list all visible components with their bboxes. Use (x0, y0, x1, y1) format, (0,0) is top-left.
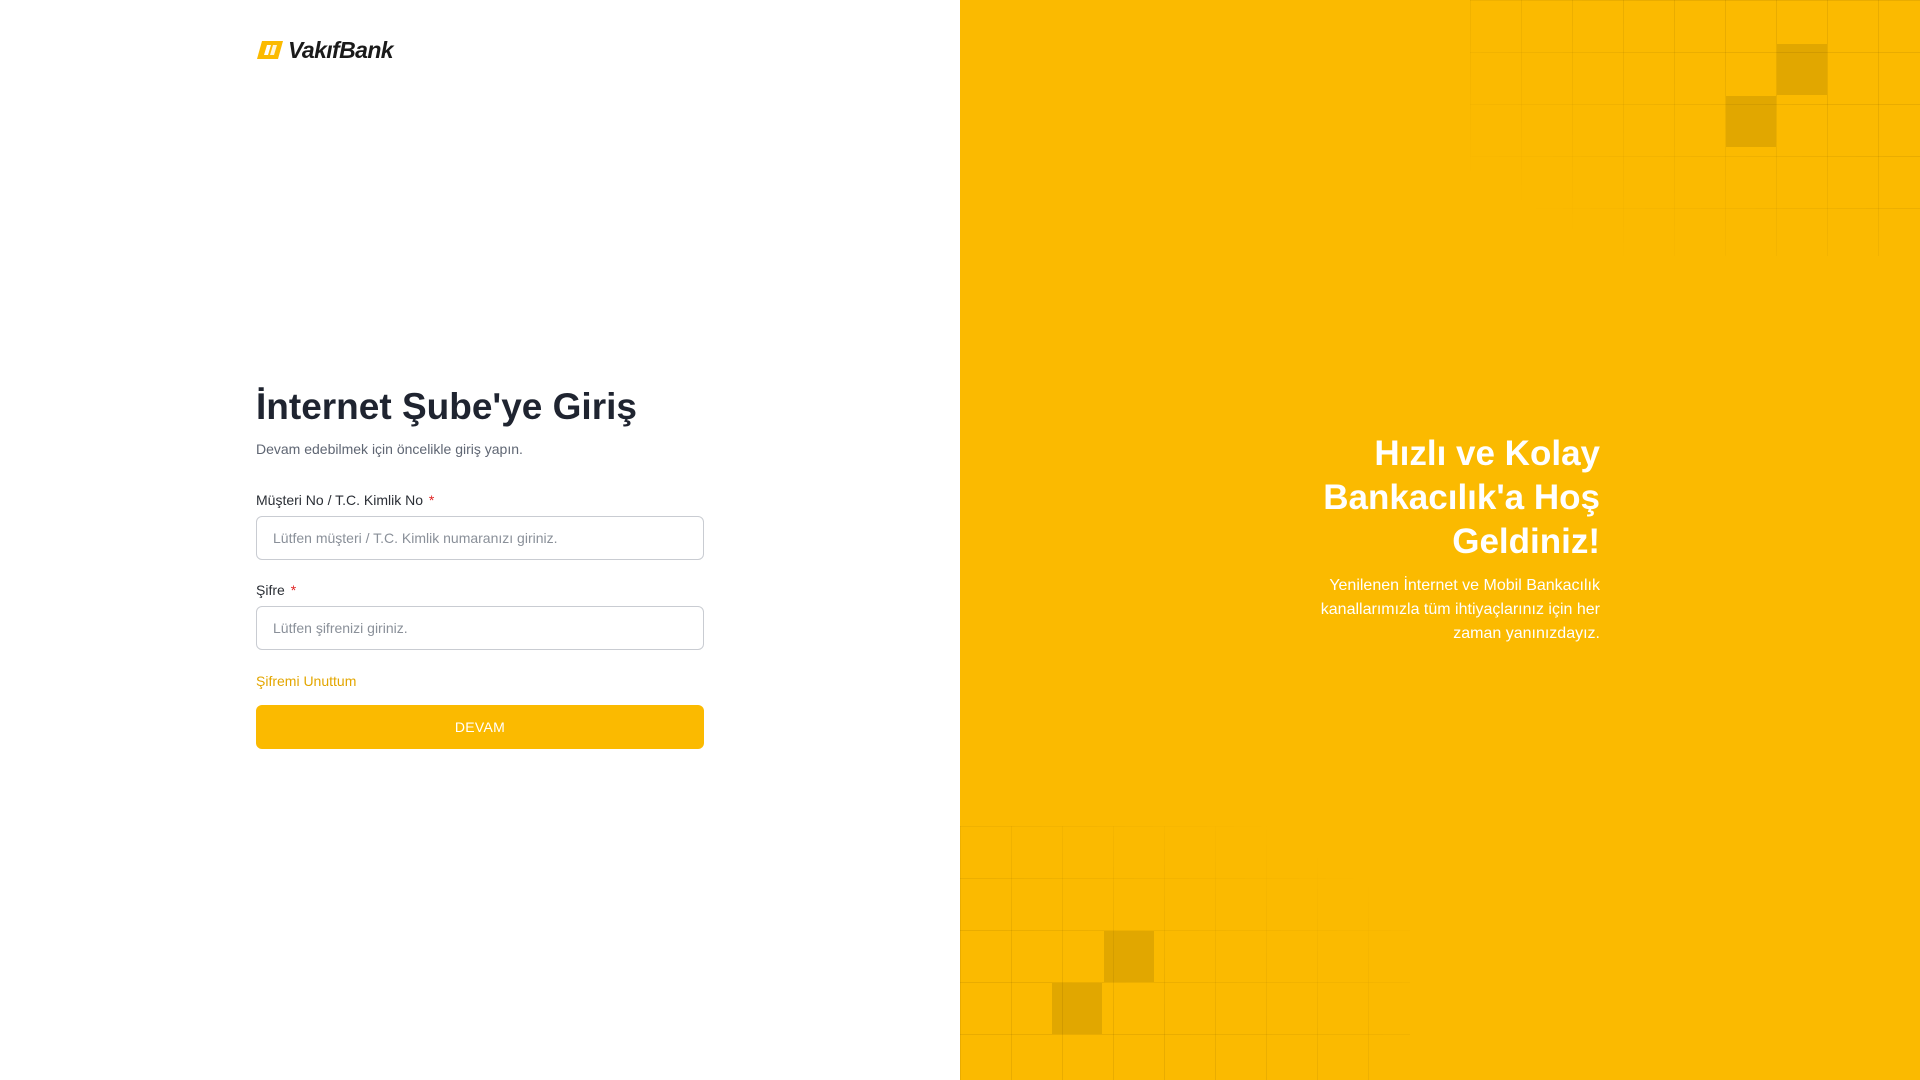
password-label-text: Şifre (256, 582, 285, 598)
decorative-cell (1104, 931, 1154, 982)
welcome-title: Hızlı ve Kolay Bankacılık'a Hoş Geldiniz… (1323, 434, 1600, 561)
welcome-text: Yenilenen İnternet ve Mobil Bankacılık k… (1320, 577, 1600, 642)
required-mark: * (290, 582, 297, 598)
decorative-cell (1052, 983, 1102, 1034)
login-form: İnternet Şube'ye Giriş Devam edebilmek i… (256, 384, 704, 749)
welcome-message: Hızlı ve Kolay Bankacılık'a Hoş Geldiniz… (1270, 432, 1600, 646)
required-mark: * (428, 492, 435, 508)
vakifbank-logo-icon (256, 40, 284, 60)
continue-button[interactable]: DEVAM (256, 705, 704, 749)
decorative-cell (1726, 96, 1776, 147)
forgot-password-link[interactable]: Şifremi Unuttum (256, 672, 356, 690)
customer-number-input[interactable] (256, 516, 704, 560)
decorative-cell (1777, 44, 1827, 95)
decorative-grid-top (1470, 0, 1920, 256)
login-panel: VakıfBank İnternet Şube'ye Giriş Devam e… (0, 0, 960, 1080)
welcome-panel: Hızlı ve Kolay Bankacılık'a Hoş Geldiniz… (960, 0, 1920, 1080)
brand-name: VakıfBank (288, 37, 394, 63)
brand-logo[interactable]: VakıfBank (256, 37, 394, 63)
page-title: İnternet Şube'ye Giriş (256, 386, 637, 427)
decorative-grid-bottom (960, 826, 1410, 1080)
password-input[interactable] (256, 606, 704, 650)
login-page: VakıfBank İnternet Şube'ye Giriş Devam e… (0, 0, 1920, 1080)
page-subtitle: Devam edebilmek için öncelikle giriş yap… (256, 441, 523, 457)
customer-number-label: Müşteri No / T.C. Kimlik No * (256, 491, 704, 509)
customer-number-label-text: Müşteri No / T.C. Kimlik No (256, 492, 423, 508)
password-label: Şifre * (256, 581, 704, 599)
